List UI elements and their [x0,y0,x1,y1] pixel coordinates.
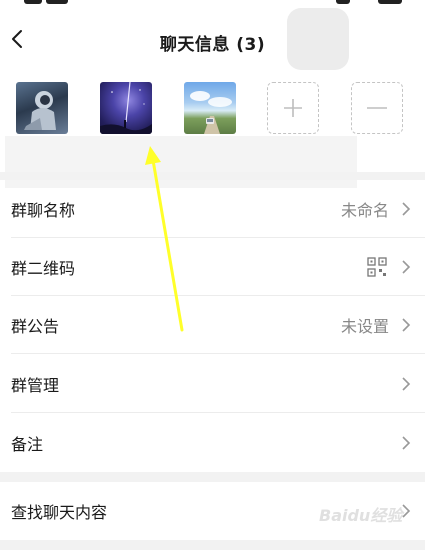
minus-icon [367,107,387,109]
qr-code-icon [367,257,387,277]
chevron-right-icon [402,377,411,391]
status-bar [0,0,425,8]
watermark-text: Baidu经验 [319,506,403,525]
member-avatar-2[interactable] [100,82,152,134]
group-notice-value: 未设置 [340,317,389,336]
group-qrcode-label: 群二维码 [11,259,76,278]
group-manage-label: 群管理 [11,376,60,395]
member-grid [0,80,425,138]
section-divider [0,172,425,180]
group-notice-row[interactable]: 群公告 未设置 [0,296,425,354]
section-divider [0,472,425,482]
group-name-row[interactable]: 群聊名称 未命名 [0,180,425,238]
remark-label: 备注 [11,435,44,454]
watermark: Baidu经验 [313,498,423,528]
night-sky-image [100,82,152,134]
overlay-box [287,8,349,70]
nav-header: 聊天信息 (3) [0,8,425,74]
group-name-label: 群聊名称 [11,201,76,220]
group-qrcode-row[interactable]: 群二维码 [0,238,425,296]
page-title: 聊天信息 (3) [159,35,266,55]
chevron-right-icon [402,436,411,450]
group-manage-row[interactable]: 群管理 [0,355,425,413]
remark-row[interactable]: 备注 [0,414,425,472]
countryside-image [190,91,232,134]
add-member-button[interactable] [267,82,319,134]
member-avatar-3[interactable] [184,82,236,134]
member-avatar-1[interactable] [16,82,68,134]
group-name-value: 未命名 [340,201,389,220]
group-notice-label: 群公告 [11,317,60,336]
plus-icon [284,99,302,117]
chevron-right-icon [402,318,411,332]
remove-member-button[interactable] [351,82,403,134]
section-divider [0,540,425,550]
astronaut-image [24,91,56,130]
chevron-right-icon [402,202,411,216]
search-history-label: 查找聊天内容 [11,503,108,522]
chevron-right-icon [402,260,411,274]
